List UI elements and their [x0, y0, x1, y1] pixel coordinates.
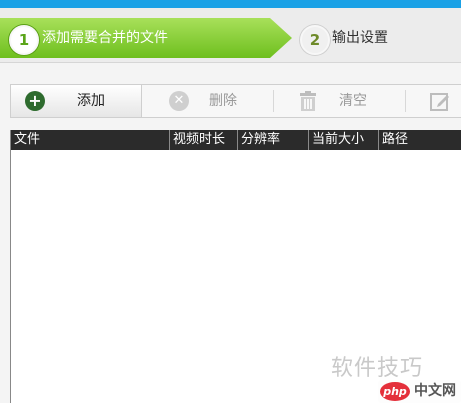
column-header-path[interactable]: 路径: [379, 130, 461, 150]
step-label-add-files: 添加需要合并的文件: [42, 30, 168, 46]
x-circle-icon: ✕: [169, 91, 189, 111]
table-header: 文件 视频时长 分辨率 当前大小 路径: [11, 130, 461, 150]
column-header-resolution[interactable]: 分辨率: [238, 130, 309, 150]
trash-icon: [300, 91, 316, 111]
toolbar-divider: [405, 90, 406, 112]
window-top-bar: [0, 0, 461, 8]
clear-button[interactable]: 清空: [283, 85, 403, 117]
step-number-1: 1: [9, 25, 39, 55]
watermark-text: 软件技巧: [331, 356, 424, 381]
column-header-duration[interactable]: 视频时长: [170, 130, 238, 150]
file-toolbar: + 添加 ✕ 删除 清空: [10, 84, 461, 118]
edit-icon: [430, 93, 449, 111]
clear-button-label: 清空: [339, 93, 367, 109]
add-button[interactable]: + 添加: [11, 85, 142, 117]
step-output-settings[interactable]: 2 输出设置: [292, 18, 461, 58]
wizard-steps: 1 添加需要合并的文件 2 输出设置: [0, 8, 461, 63]
watermark-badge: php 中文网: [378, 380, 461, 403]
step-number-2: 2: [300, 25, 330, 55]
plus-circle-icon: +: [25, 91, 45, 111]
delete-button-label: 删除: [209, 93, 237, 109]
php-logo: php: [380, 382, 410, 401]
watermark-badge-text: 中文网: [414, 383, 456, 399]
step-label-output-settings: 输出设置: [332, 30, 388, 46]
column-header-file[interactable]: 文件: [11, 130, 170, 150]
toolbar-divider: [273, 90, 274, 112]
step-add-files[interactable]: 1 添加需要合并的文件: [0, 18, 292, 58]
column-header-size[interactable]: 当前大小: [309, 130, 379, 150]
add-button-label: 添加: [77, 93, 105, 109]
edit-button[interactable]: [415, 85, 455, 117]
delete-button[interactable]: ✕ 删除: [151, 85, 271, 117]
